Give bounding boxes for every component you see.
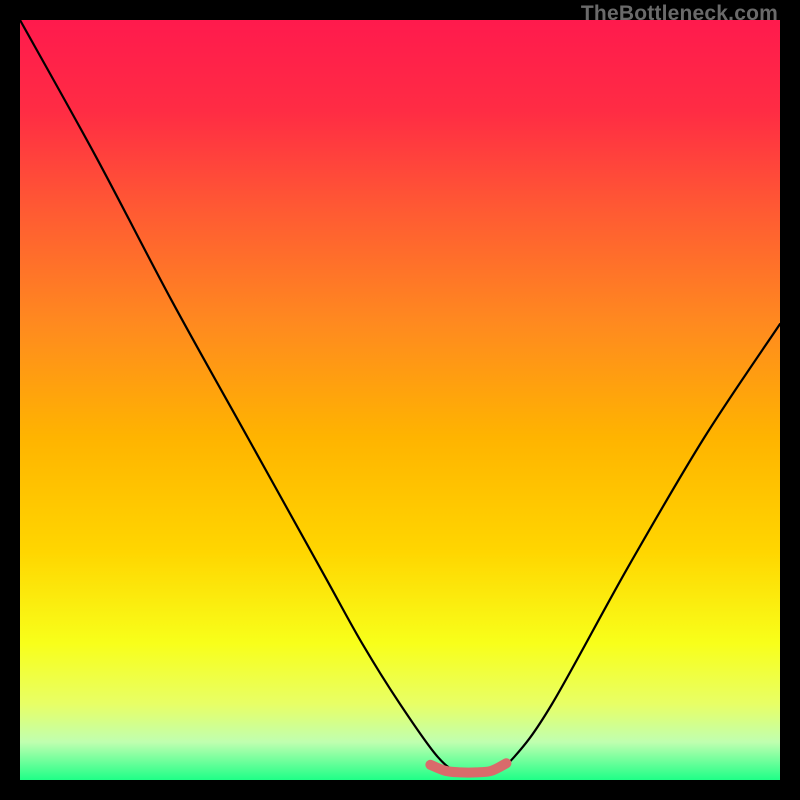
chart-frame: TheBottleneck.com bbox=[0, 0, 800, 800]
watermark-text: TheBottleneck.com bbox=[581, 2, 778, 26]
optimal-zone-marker bbox=[430, 763, 506, 772]
bottleneck-curve bbox=[20, 20, 780, 774]
plot-area bbox=[20, 20, 780, 780]
chart-svg bbox=[20, 20, 780, 780]
